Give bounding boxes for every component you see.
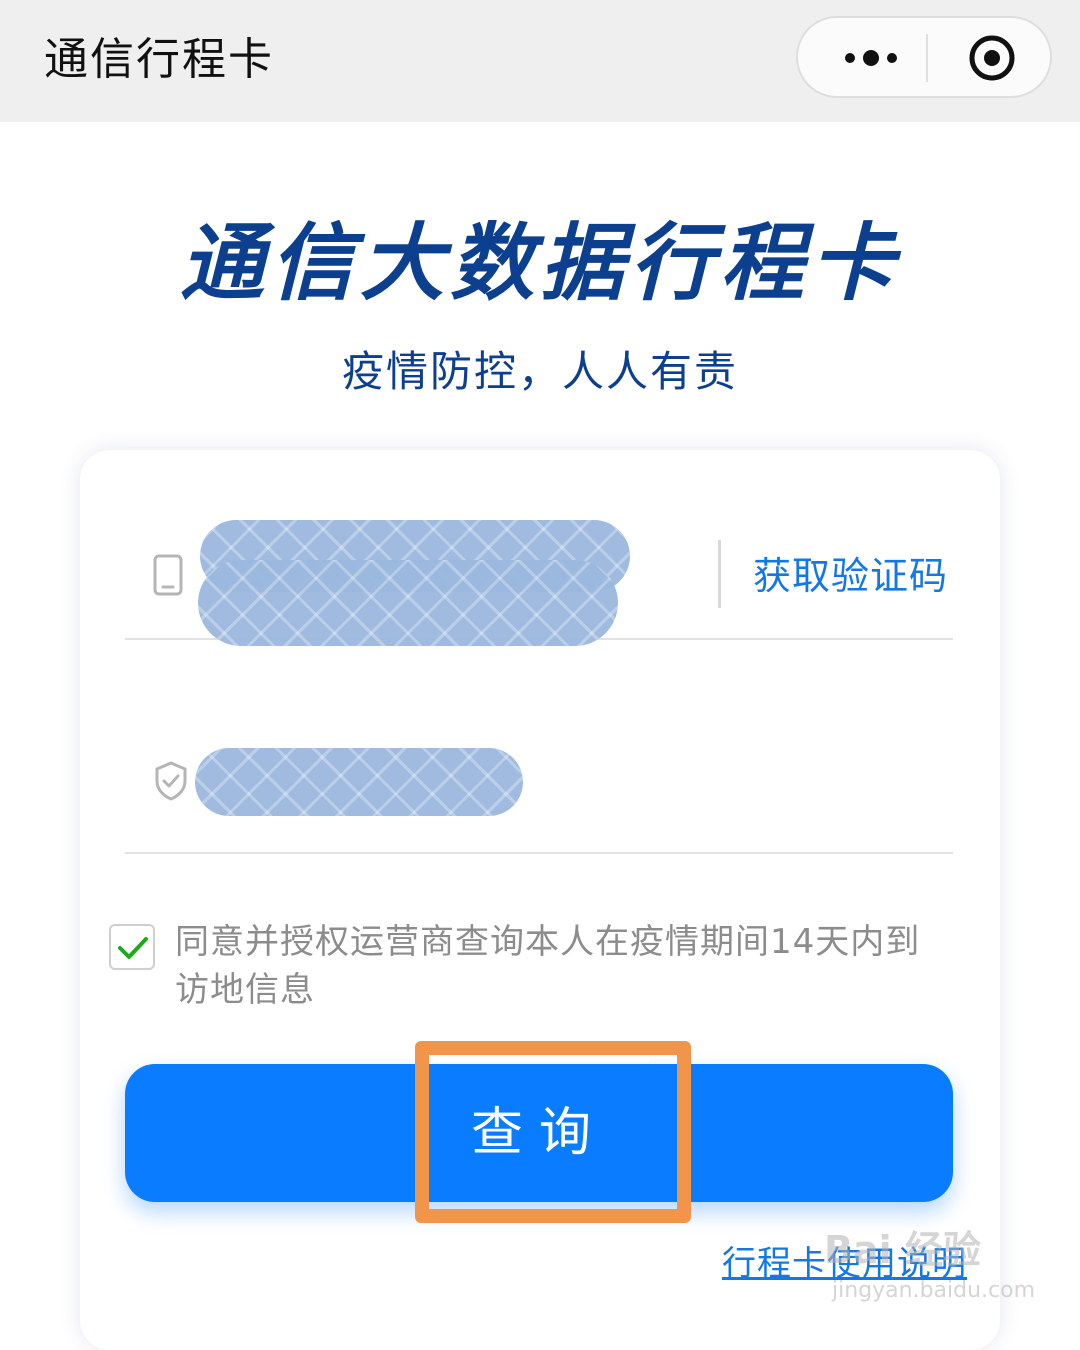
- capsule-divider: [926, 34, 928, 82]
- shield-check-icon: [153, 760, 189, 806]
- hero-title: 通信大数据行程卡: [179, 214, 900, 312]
- get-code-button[interactable]: 获取验证码: [753, 548, 948, 604]
- more-dots-icon: [845, 50, 897, 66]
- close-button[interactable]: [938, 26, 1046, 90]
- agreement-text: 同意并授权运营商查询本人在疫情期间14天内到访地信息: [175, 922, 921, 1010]
- field-separator: [718, 540, 721, 608]
- more-button[interactable]: [808, 26, 918, 90]
- agreement-checkbox[interactable]: [109, 924, 155, 970]
- redaction-scribble-code: [195, 748, 523, 816]
- help-link[interactable]: 行程卡使用说明: [722, 1240, 967, 1288]
- redaction-scribble-phone-lower: [198, 560, 618, 646]
- navbar-title: 通信行程卡: [44, 34, 274, 85]
- navigation-bar: 通信行程卡: [0, 0, 1080, 122]
- query-card: 获取验证码 同意并授权运营商查询本人在疫情期间14天内到访地信息 查询 行程卡使…: [80, 450, 1000, 1350]
- checkmark-icon: [118, 937, 148, 959]
- query-button-label: 查询: [470, 1103, 607, 1163]
- highlight-inner-line: [433, 1059, 649, 1062]
- phone-icon: [153, 554, 183, 600]
- hero-subtitle: 疫情防控，人人有责: [341, 347, 738, 396]
- query-button[interactable]: 查询: [125, 1064, 953, 1202]
- capsule-menu: [796, 16, 1052, 98]
- close-target-icon: [969, 35, 1015, 81]
